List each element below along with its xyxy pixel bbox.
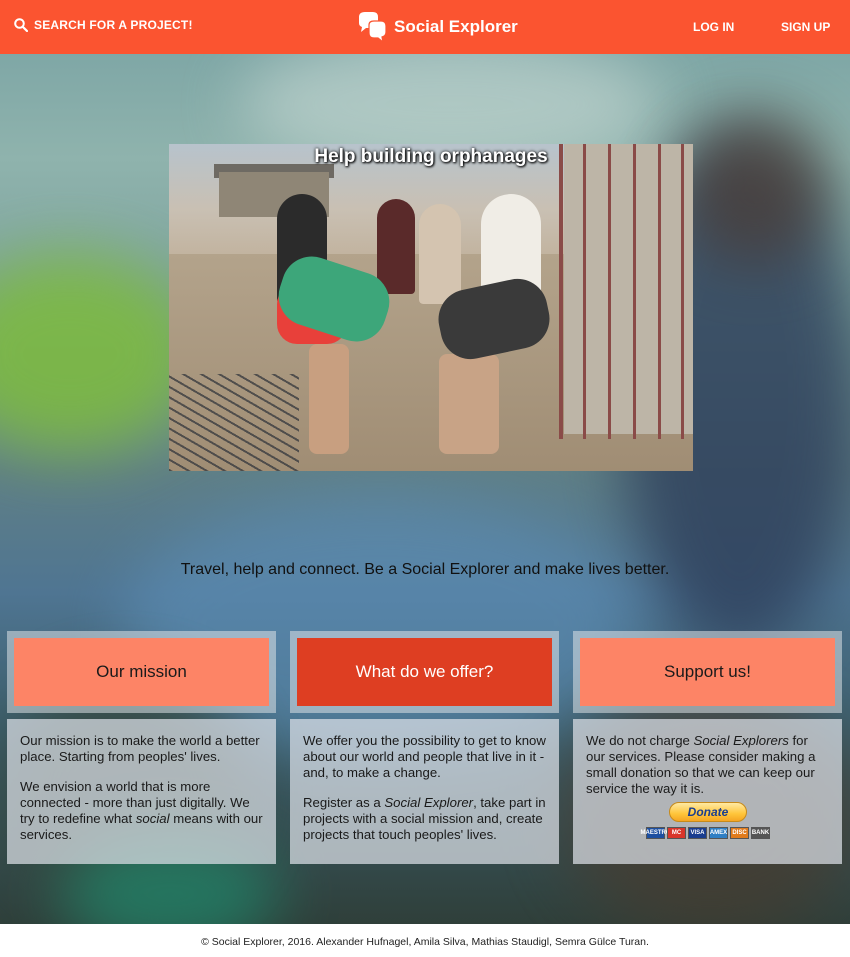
search-label: SEARCH FOR A PROJECT! bbox=[34, 18, 193, 32]
hero-project-image[interactable]: Help building orphanages bbox=[169, 144, 693, 471]
what-do-we-offer-button[interactable]: What do we offer? bbox=[297, 638, 552, 706]
offer-card-header: What do we offer? bbox=[290, 631, 559, 713]
offer-text-1: We offer you the possibility to get to k… bbox=[303, 733, 546, 780]
chat-bubbles-icon bbox=[359, 12, 387, 43]
support-us-button[interactable]: Support us! bbox=[580, 638, 835, 706]
footer: © Social Explorer, 2016. Alexander Hufna… bbox=[0, 924, 850, 957]
mission-card-header: Our mission bbox=[7, 631, 276, 713]
discover-icon: DISC bbox=[730, 827, 749, 839]
brand-name: Social Explorer bbox=[394, 17, 518, 36]
bank-icon: BANK bbox=[751, 827, 770, 839]
copyright-text: © Social Explorer, 2016. Alexander Hufna… bbox=[201, 936, 649, 948]
signup-link[interactable]: SIGN UP bbox=[781, 20, 830, 34]
mission-text-1: Our mission is to make the world a bette… bbox=[20, 733, 260, 764]
payment-methods: MAESTRO MC VISA AMEX DISC BANK bbox=[641, 827, 770, 839]
mission-text-2: We envision a world that is more connect… bbox=[20, 779, 263, 842]
top-nav: SEARCH FOR A PROJECT! Social Explorer LO… bbox=[0, 0, 850, 54]
mission-card-body: Our mission is to make the world a bette… bbox=[7, 719, 276, 864]
search-icon bbox=[14, 18, 28, 32]
support-text: We do not charge Social Explorers for ou… bbox=[586, 733, 816, 796]
our-mission-button[interactable]: Our mission bbox=[14, 638, 269, 706]
tagline: Travel, help and connect. Be a Social Ex… bbox=[180, 561, 670, 578]
offer-card-body: We offer you the possibility to get to k… bbox=[290, 719, 559, 864]
support-card-header: Support us! bbox=[573, 631, 842, 713]
support-card-body: We do not charge Social Explorers for ou… bbox=[573, 719, 842, 864]
mastercard-icon: MC bbox=[667, 827, 686, 839]
amex-icon: AMEX bbox=[709, 827, 728, 839]
search-project-link[interactable]: SEARCH FOR A PROJECT! bbox=[14, 18, 193, 32]
login-link[interactable]: LOG IN bbox=[693, 20, 734, 34]
offer-text-2: Register as a Social Explorer, take part… bbox=[303, 795, 546, 842]
visa-icon: VISA bbox=[688, 827, 707, 839]
maestro-icon: MAESTRO bbox=[641, 827, 671, 839]
brand-logo[interactable]: Social Explorer bbox=[356, 11, 518, 43]
donate-button[interactable]: Donate bbox=[669, 802, 747, 822]
hero-title: Help building orphanages bbox=[314, 146, 548, 167]
